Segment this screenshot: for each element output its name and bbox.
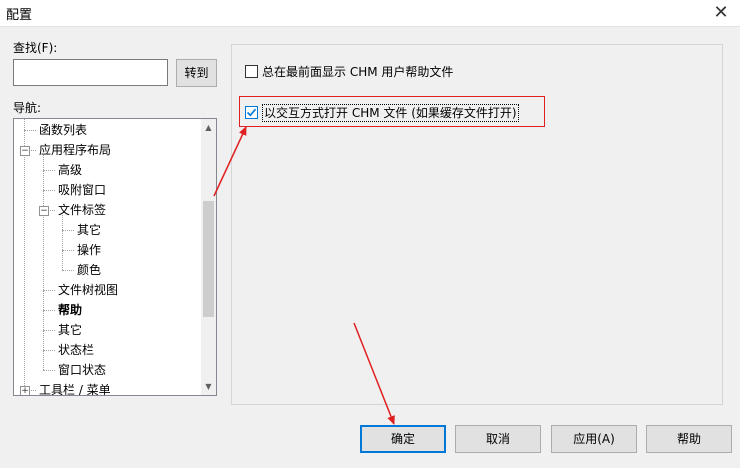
- tree-item[interactable]: 颜色: [14, 260, 200, 280]
- apply-button[interactable]: 应用(A): [551, 425, 637, 453]
- title-bar: 配置 ✕: [0, 0, 740, 27]
- tree-item[interactable]: 高级: [14, 160, 200, 180]
- collapse-icon[interactable]: −: [20, 146, 30, 156]
- ok-button[interactable]: 确定: [360, 425, 446, 453]
- tree-item[interactable]: 窗口状态: [14, 360, 200, 380]
- goto-button[interactable]: 转到: [176, 59, 217, 87]
- tree-item-label: 文件树视图: [58, 283, 119, 297]
- tree-item[interactable]: 文件树视图: [14, 280, 200, 300]
- tree-item-label: 操作: [77, 243, 102, 257]
- tree-item-label: 其它: [77, 223, 102, 237]
- tree-item[interactable]: 状态栏: [14, 340, 200, 360]
- search-label: 查找(F):: [13, 41, 58, 55]
- tree-item[interactable]: 其它: [14, 220, 200, 240]
- tree-item-label: 帮助: [58, 303, 83, 317]
- always-on-top-checkbox[interactable]: [245, 65, 258, 78]
- tree-item-label: 颜色: [77, 263, 102, 277]
- tree-item-label: 其它: [58, 323, 83, 337]
- tree-item-label: 窗口状态: [58, 363, 107, 377]
- scroll-up-icon[interactable]: ▲: [201, 119, 216, 136]
- checkmark-icon: [246, 108, 257, 117]
- tree-item[interactable]: 其它: [14, 320, 200, 340]
- tree-item[interactable]: 应用程序布局: [14, 140, 200, 160]
- scroll-down-icon[interactable]: ▼: [201, 378, 216, 395]
- always-on-top-label: 总在最前面显示 CHM 用户帮助文件: [262, 65, 454, 79]
- collapse-icon[interactable]: −: [39, 206, 49, 216]
- tree-item-label: 工具栏 / 菜单: [39, 383, 111, 395]
- nav-tree-items: 函数列表 应用程序布局 − 高级 吸附窗口 文件标签 − 其它 操作 颜色 文件树视图 帮助 其它 状态栏…: [14, 119, 200, 395]
- interactive-open-checkbox[interactable]: [245, 106, 258, 119]
- help-button[interactable]: 帮助: [646, 425, 732, 453]
- tree-item[interactable]: 函数列表: [14, 120, 200, 140]
- search-input[interactable]: [13, 59, 168, 86]
- cancel-button[interactable]: 取消: [455, 425, 541, 453]
- close-icon[interactable]: ✕: [710, 2, 732, 24]
- tree-item-label: 函数列表: [39, 123, 88, 137]
- settings-panel: 总在最前面显示 CHM 用户帮助文件 以交互方式打开 CHM 文件 (如果缓存文…: [231, 44, 723, 405]
- expand-icon[interactable]: +: [20, 386, 30, 395]
- tree-item-label: 状态栏: [58, 343, 95, 357]
- nav-label: 导航:: [13, 101, 42, 115]
- tree-item[interactable]: 帮助: [14, 300, 200, 320]
- tree-item-label: 应用程序布局: [39, 143, 112, 157]
- tree-item[interactable]: 吸附窗口: [14, 180, 200, 200]
- scroll-thumb[interactable]: [203, 201, 214, 317]
- interactive-open-label: 以交互方式打开 CHM 文件 (如果缓存文件打开): [262, 104, 519, 122]
- nav-scrollbar[interactable]: ▲ ▼: [201, 119, 216, 395]
- tree-item-label: 吸附窗口: [58, 183, 107, 197]
- nav-tree[interactable]: 函数列表 应用程序布局 − 高级 吸附窗口 文件标签 − 其它 操作 颜色 文件树视图 帮助 其它 状态栏…: [13, 118, 217, 396]
- tree-item[interactable]: 操作: [14, 240, 200, 260]
- tree-item[interactable]: 工具栏 / 菜单: [14, 380, 200, 395]
- window-title: 配置: [6, 8, 33, 23]
- tree-item-label: 高级: [58, 163, 83, 177]
- tree-item-label: 文件标签: [58, 203, 107, 217]
